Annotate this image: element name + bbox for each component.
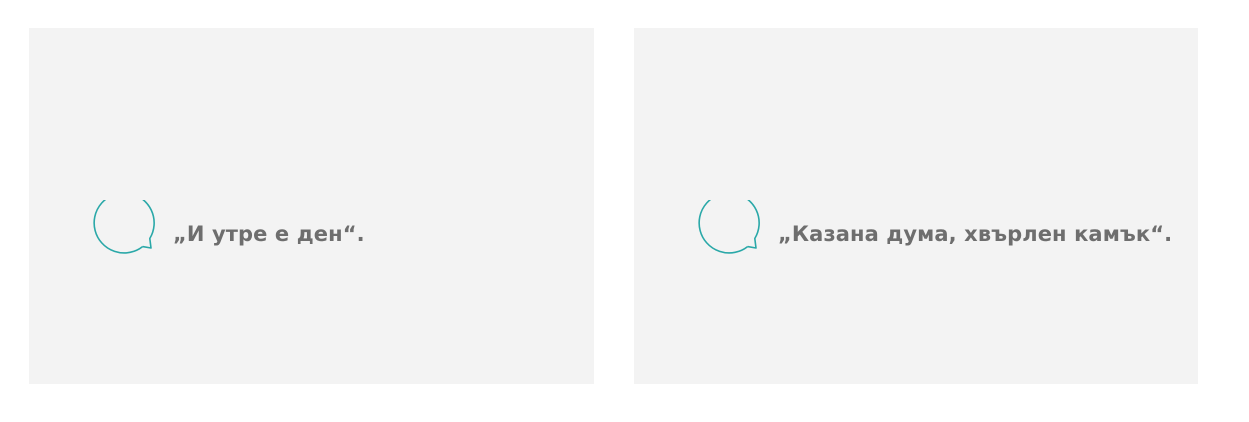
quote-row-2: „Казана дума, хвърлен камък“. <box>696 200 1172 264</box>
quotes-page: „И утре е ден“. „Казана дума, хвърлен ка… <box>0 0 1249 422</box>
quote-card-1: „И утре е ден“. <box>29 28 594 384</box>
speech-bubble-icon <box>698 200 760 254</box>
quote-text: „Казана дума, хвърлен камък“. <box>778 222 1173 246</box>
quote-card-2: „Казана дума, хвърлен камък“. <box>634 28 1198 384</box>
quote-text: „И утре е ден“. <box>173 222 365 246</box>
quote-row-1: „И утре е ден“. <box>91 200 365 264</box>
speech-bubble-icon <box>93 200 155 254</box>
